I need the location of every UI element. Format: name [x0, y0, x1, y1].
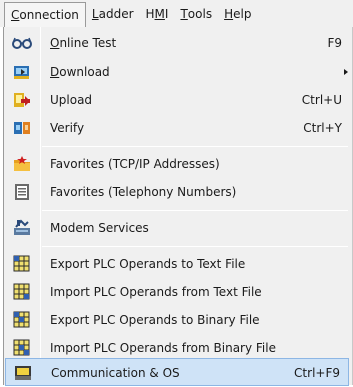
- menu-item-communication-os[interactable]: Communication & OS Ctrl+F9: [5, 358, 349, 386]
- download-icon: [12, 62, 32, 82]
- grid-export-icon: [12, 310, 32, 330]
- menu-hmi[interactable]: HMI: [140, 3, 175, 25]
- menu-item-download[interactable]: Download: [5, 58, 350, 86]
- menu-separator: [42, 146, 348, 147]
- menu-separator: [42, 210, 348, 211]
- grid-import-icon: [12, 338, 32, 358]
- grid-import-icon: [12, 282, 32, 302]
- menu-bar: Connection Ladder HMI Tools Help: [0, 0, 353, 27]
- menu-item-verify[interactable]: Verify Ctrl+Y: [5, 114, 350, 142]
- menu-help[interactable]: Help: [218, 3, 257, 25]
- menu-item-import-text[interactable]: Import PLC Operands from Text File: [5, 278, 350, 306]
- verify-icon: [12, 118, 32, 138]
- menu-connection[interactable]: Connection: [4, 2, 86, 27]
- grid-export-icon: [12, 254, 32, 274]
- shortcut-verify: Ctrl+Y: [303, 121, 342, 135]
- phone-book-icon: [12, 182, 32, 202]
- menu-item-modem-services[interactable]: Modem Services: [5, 214, 350, 242]
- menu-ladder[interactable]: Ladder: [86, 3, 140, 25]
- shortcut-online-test: F9: [327, 36, 342, 50]
- submenu-arrow-icon: [344, 69, 348, 75]
- folder-star-icon: [12, 154, 32, 174]
- menu-item-favorites-tcp[interactable]: Favorites (TCP/IP Addresses): [5, 150, 350, 178]
- upload-icon: [12, 90, 32, 110]
- menu-item-online-test[interactable]: Online Test F9: [5, 29, 350, 57]
- shortcut-communication-os: Ctrl+F9: [294, 366, 340, 380]
- menu-separator: [42, 246, 348, 247]
- shortcut-upload: Ctrl+U: [301, 93, 342, 107]
- menu-item-upload[interactable]: Upload Ctrl+U: [5, 86, 350, 114]
- communication-icon: [13, 363, 33, 383]
- modem-icon: [12, 218, 32, 238]
- menu-item-export-binary[interactable]: Export PLC Operands to Binary File: [5, 306, 350, 334]
- menu-item-favorites-telephony[interactable]: Favorites (Telephony Numbers): [5, 178, 350, 206]
- glasses-icon: [12, 33, 32, 53]
- menu-item-export-text[interactable]: Export PLC Operands to Text File: [5, 250, 350, 278]
- menu-tools[interactable]: Tools: [174, 3, 218, 25]
- connection-dropdown-menu: Online Test F9 Download Upload Ctrl+U Ve…: [3, 27, 353, 386]
